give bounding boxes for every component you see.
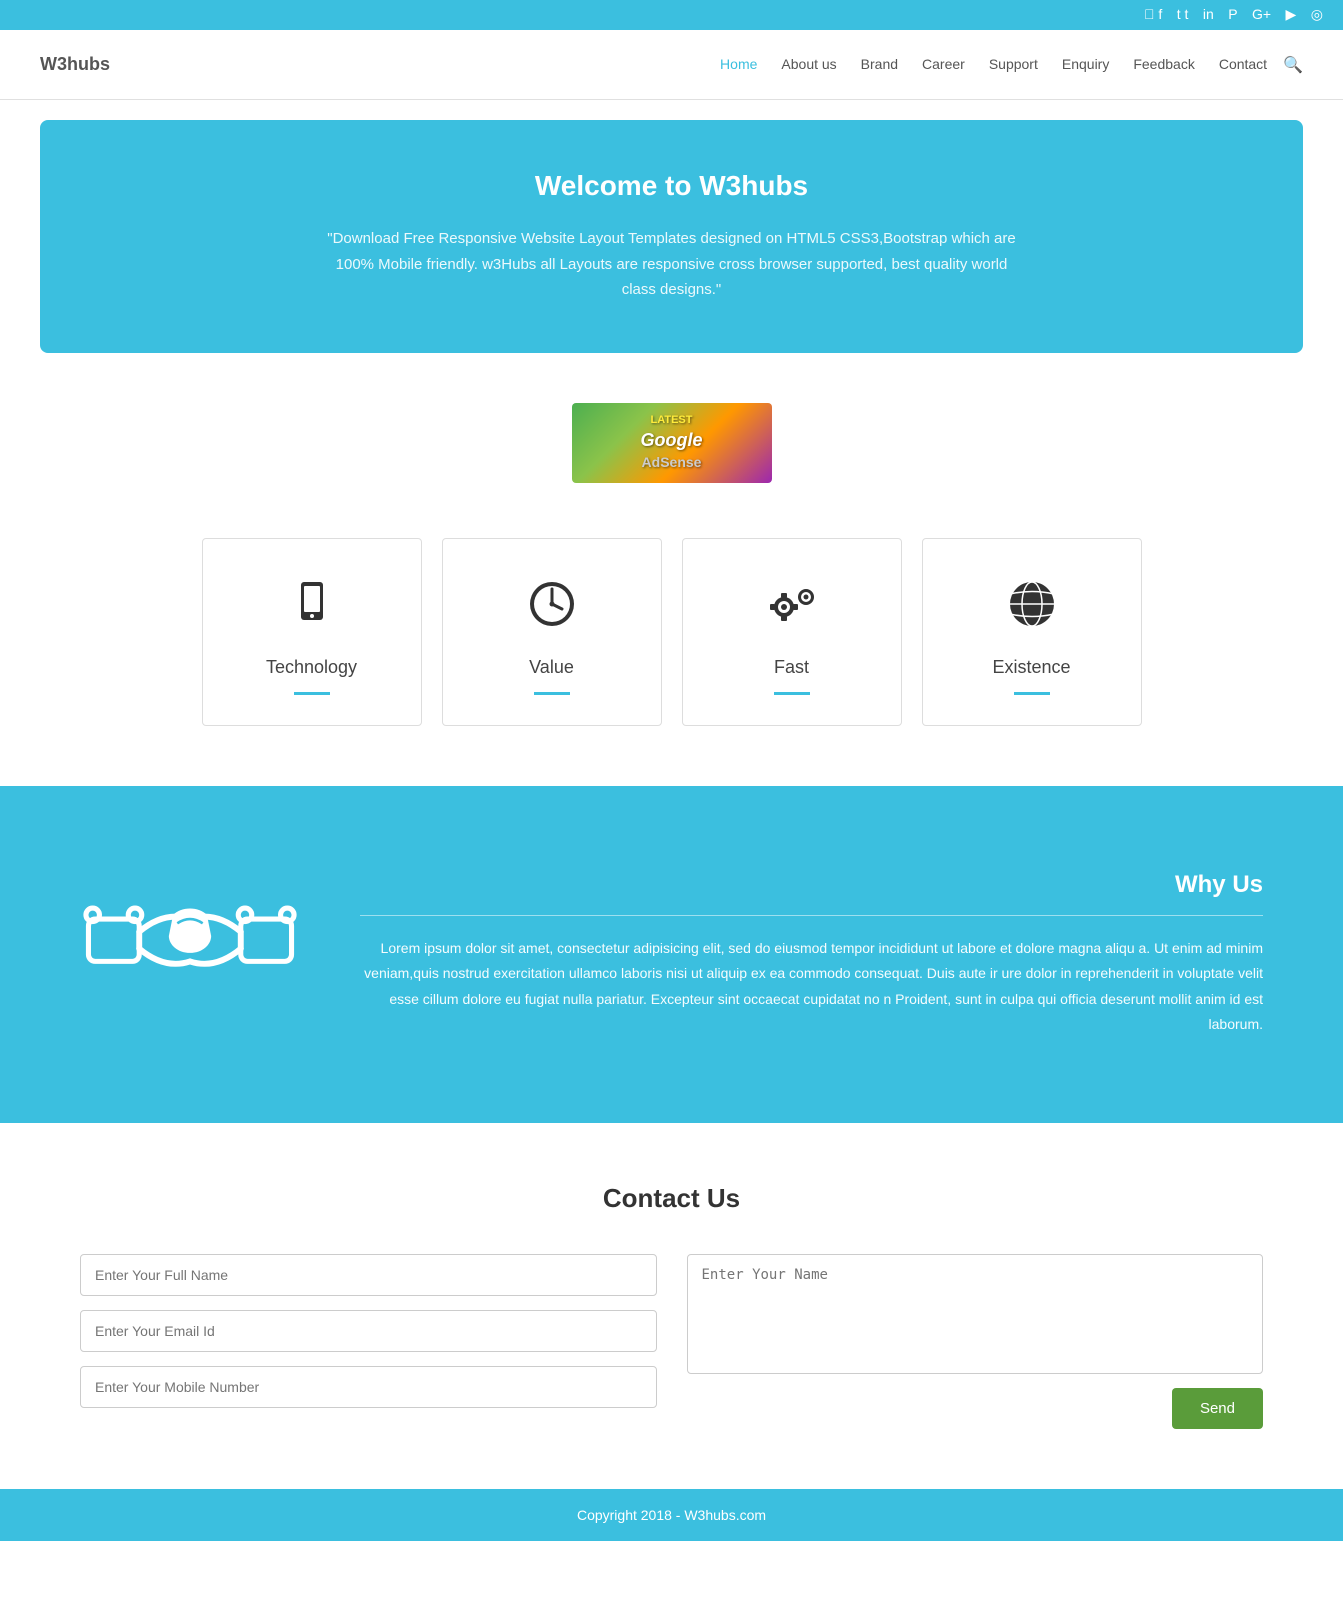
fast-icon bbox=[703, 579, 881, 641]
google-plus-icon[interactable]: G+ bbox=[1252, 6, 1271, 22]
nav-contact[interactable]: Contact bbox=[1219, 56, 1267, 72]
why-us-content: Why Us Lorem ipsum dolor sit amet, conse… bbox=[360, 871, 1263, 1037]
existence-title: Existence bbox=[943, 657, 1121, 678]
value-divider bbox=[534, 692, 570, 695]
email-input[interactable] bbox=[80, 1310, 657, 1352]
feature-fast: Fast bbox=[682, 538, 902, 726]
dribbble-icon[interactable]: ◎ bbox=[1311, 6, 1323, 22]
ad-text: LATEST Google AdSense bbox=[641, 412, 703, 472]
handshake-icon bbox=[80, 846, 300, 1063]
contact-left-col bbox=[80, 1254, 657, 1429]
send-button[interactable]: Send bbox=[1172, 1388, 1263, 1429]
technology-divider bbox=[294, 692, 330, 695]
search-icon[interactable]: 🔍 bbox=[1283, 55, 1303, 75]
footer: Copyright 2018 - W3hubs.com bbox=[0, 1489, 1343, 1541]
fast-divider bbox=[774, 692, 810, 695]
footer-text: Copyright 2018 - W3hubs.com bbox=[18, 1507, 1325, 1523]
why-us-title: Why Us bbox=[360, 871, 1263, 899]
existence-icon bbox=[943, 579, 1121, 641]
hero-title: Welcome to W3hubs bbox=[120, 170, 1223, 202]
ad-section: LATEST Google AdSense bbox=[0, 373, 1343, 518]
contact-right-col: Send bbox=[687, 1254, 1264, 1429]
message-textarea[interactable] bbox=[687, 1254, 1264, 1374]
facebook-icon[interactable]:  f bbox=[1144, 6, 1162, 22]
existence-divider bbox=[1014, 692, 1050, 695]
nav-brand[interactable]: Brand bbox=[861, 56, 898, 72]
pinterest-icon[interactable]: P bbox=[1228, 6, 1237, 22]
feature-existence: Existence bbox=[922, 538, 1142, 726]
feature-technology: Technology bbox=[202, 538, 422, 726]
ad-banner[interactable]: LATEST Google AdSense bbox=[572, 403, 772, 483]
youtube-icon[interactable]: ▶ bbox=[1286, 6, 1297, 22]
feature-value: Value bbox=[442, 538, 662, 726]
nav-support[interactable]: Support bbox=[989, 56, 1038, 72]
social-bar:  f t t in P G+ ▶ ◎ bbox=[0, 0, 1343, 30]
full-name-input[interactable] bbox=[80, 1254, 657, 1296]
nav-home[interactable]: Home bbox=[720, 56, 757, 72]
fast-title: Fast bbox=[703, 657, 881, 678]
why-us-section: Why Us Lorem ipsum dolor sit amet, conse… bbox=[0, 786, 1343, 1123]
hero-description: "Download Free Responsive Website Layout… bbox=[322, 226, 1022, 303]
value-icon bbox=[463, 579, 641, 641]
contact-title: Contact Us bbox=[80, 1183, 1263, 1214]
nav-career[interactable]: Career bbox=[922, 56, 965, 72]
mobile-input[interactable] bbox=[80, 1366, 657, 1408]
nav-links: Home About us Brand Career Support Enqui… bbox=[720, 56, 1267, 74]
brand-logo: W3hubs bbox=[40, 54, 110, 75]
value-title: Value bbox=[463, 657, 641, 678]
nav-enquiry[interactable]: Enquiry bbox=[1062, 56, 1109, 72]
contact-form: Send bbox=[80, 1254, 1263, 1429]
linkedin-icon[interactable]: in bbox=[1203, 6, 1214, 22]
hero-section: Welcome to W3hubs "Download Free Respons… bbox=[40, 120, 1303, 353]
nav-about[interactable]: About us bbox=[781, 56, 836, 72]
why-us-divider bbox=[360, 915, 1263, 916]
contact-section: Contact Us Send bbox=[0, 1123, 1343, 1489]
features-section: Technology Value bbox=[0, 518, 1343, 786]
twitter-icon[interactable]: t t bbox=[1177, 6, 1189, 22]
technology-icon bbox=[223, 579, 401, 641]
technology-title: Technology bbox=[223, 657, 401, 678]
nav-feedback[interactable]: Feedback bbox=[1133, 56, 1194, 72]
why-us-body: Lorem ipsum dolor sit amet, consectetur … bbox=[360, 936, 1263, 1037]
navbar: W3hubs Home About us Brand Career Suppor… bbox=[0, 30, 1343, 100]
